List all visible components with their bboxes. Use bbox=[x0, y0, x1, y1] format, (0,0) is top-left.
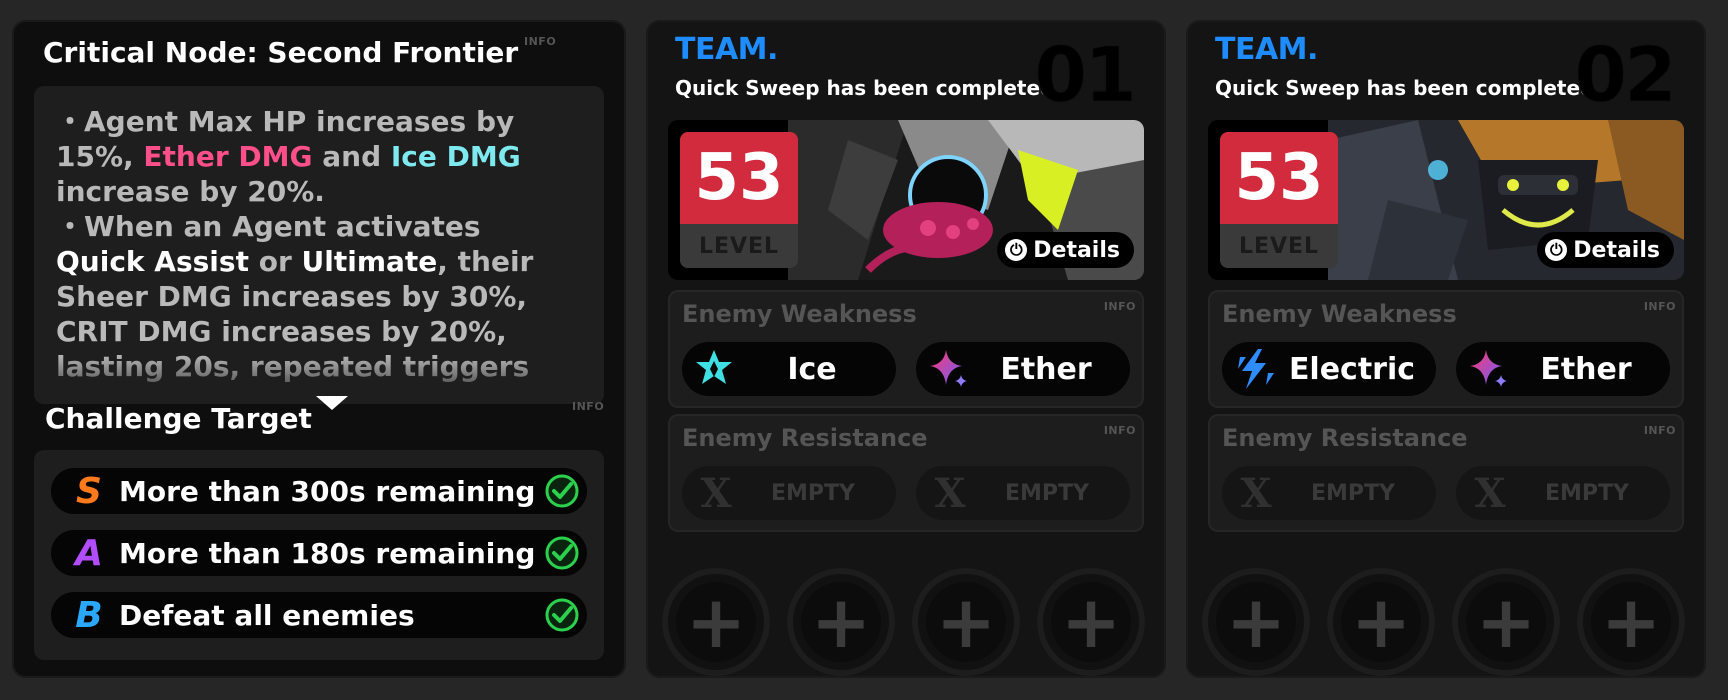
plus-icon: + bbox=[1600, 580, 1662, 664]
check-circle-icon bbox=[545, 474, 579, 508]
node-info-button[interactable]: INFO bbox=[524, 35, 556, 48]
resistance-info-button[interactable]: INFO bbox=[1104, 424, 1136, 437]
node-title: Critical Node: Second Frontier bbox=[43, 36, 519, 69]
level-label: LEVEL bbox=[1220, 224, 1338, 268]
enemy-weakness-section: Enemy Weakness INFO Ice Ether bbox=[668, 290, 1144, 408]
plus-icon: + bbox=[1475, 580, 1537, 664]
plus-icon: + bbox=[685, 580, 747, 664]
target-label: More than 180s remaining bbox=[119, 536, 536, 570]
power-icon: ⏻ bbox=[1545, 239, 1568, 261]
challenge-title: Challenge Target bbox=[45, 402, 312, 435]
resistance-empty: X EMPTY bbox=[916, 466, 1130, 520]
plus-icon: + bbox=[1225, 580, 1287, 664]
empty-x-icon: X bbox=[1474, 469, 1506, 517]
ether-element-icon bbox=[1470, 350, 1507, 387]
plus-icon: + bbox=[810, 580, 872, 664]
agent-slot-3[interactable]: + bbox=[1452, 568, 1560, 676]
ether-element-icon bbox=[930, 350, 967, 387]
plus-icon: + bbox=[935, 580, 997, 664]
rank-a-icon: A bbox=[75, 532, 103, 574]
power-icon: ⏻ bbox=[1005, 239, 1028, 261]
enemy-resistance-title: Enemy Resistance bbox=[682, 424, 928, 452]
challenge-target-list: S More than 300s remaining A More than 1… bbox=[34, 450, 604, 660]
details-button[interactable]: ⏻ Details bbox=[997, 232, 1134, 268]
team-status: Quick Sweep has been completed bbox=[675, 76, 1055, 100]
resistance-empty: X EMPTY bbox=[1456, 466, 1670, 520]
ice-dmg-highlight: Ice DMG bbox=[390, 140, 521, 173]
challenge-target-a: A More than 180s remaining bbox=[51, 530, 587, 576]
challenge-info-button[interactable]: INFO bbox=[572, 400, 604, 413]
enemy-weakness-title: Enemy Weakness bbox=[682, 300, 917, 328]
enemy-level-badge: 53 LEVEL bbox=[1220, 132, 1338, 268]
details-button[interactable]: ⏻ Details bbox=[1537, 232, 1674, 268]
agent-slot-4[interactable]: + bbox=[1577, 568, 1685, 676]
team-name: TEAM. bbox=[675, 32, 778, 67]
check-circle-icon bbox=[545, 536, 579, 570]
check-circle-icon bbox=[545, 598, 579, 632]
level-label: LEVEL bbox=[680, 224, 798, 268]
enemy-resistance-section: Enemy Resistance INFO X EMPTY X EMPTY bbox=[668, 414, 1144, 532]
plus-icon: + bbox=[1060, 580, 1122, 664]
weakness-info-button[interactable]: INFO bbox=[1644, 300, 1676, 313]
agent-slot-4[interactable]: + bbox=[1037, 568, 1145, 676]
enemy-resistance-title: Enemy Resistance bbox=[1222, 424, 1468, 452]
agent-slot-2[interactable]: + bbox=[1327, 568, 1435, 676]
weakness-ether[interactable]: Ether bbox=[916, 342, 1130, 396]
challenge-target-s: S More than 300s remaining bbox=[51, 468, 587, 514]
enemy-weakness-title: Enemy Weakness bbox=[1222, 300, 1457, 328]
empty-x-icon: X bbox=[1240, 469, 1272, 517]
target-label: Defeat all enemies bbox=[119, 598, 415, 632]
enemy-level-badge: 53 LEVEL bbox=[680, 132, 798, 268]
node-description: ・Agent Max HP increases by 15%, Ether DM… bbox=[56, 104, 574, 384]
resistance-info-button[interactable]: INFO bbox=[1644, 424, 1676, 437]
plus-icon: + bbox=[1350, 580, 1412, 664]
enemy-resistance-section: Enemy Resistance INFO X EMPTY X EMPTY bbox=[1208, 414, 1684, 532]
team-status: Quick Sweep has been completed bbox=[1215, 76, 1595, 100]
node-panel: Critical Node: Second Frontier INFO ・Age… bbox=[12, 20, 626, 678]
agent-slot-1[interactable]: + bbox=[1202, 568, 1310, 676]
team-panel-2: TEAM. Quick Sweep has been completed 02 … bbox=[1186, 20, 1706, 678]
team-number: 01 bbox=[1034, 30, 1138, 120]
rank-s-icon: S bbox=[76, 470, 102, 512]
agent-slot-3[interactable]: + bbox=[912, 568, 1020, 676]
target-label: More than 300s remaining bbox=[119, 474, 536, 508]
weakness-info-button[interactable]: INFO bbox=[1104, 300, 1136, 313]
electric-element-icon bbox=[1238, 349, 1274, 389]
ultimate-highlight: Ultimate bbox=[301, 245, 438, 278]
challenge-target-b: B Defeat all enemies bbox=[51, 592, 587, 638]
agent-slot-2[interactable]: + bbox=[787, 568, 895, 676]
empty-x-icon: X bbox=[934, 469, 966, 517]
resistance-empty: X EMPTY bbox=[1222, 466, 1436, 520]
ice-element-icon bbox=[696, 350, 732, 384]
weakness-ether[interactable]: Ether bbox=[1456, 342, 1670, 396]
enemy-card[interactable]: 53 LEVEL ⏻ Details bbox=[668, 120, 1144, 280]
weakness-electric[interactable]: Electric bbox=[1222, 342, 1436, 396]
quick-assist-highlight: Quick Assist bbox=[56, 245, 249, 278]
weakness-ice[interactable]: Ice bbox=[682, 342, 896, 396]
team-number: 02 bbox=[1574, 30, 1678, 120]
description-bullet-1: ・Agent Max HP increases by 15%, Ether DM… bbox=[56, 105, 521, 208]
node-description-box[interactable]: ・Agent Max HP increases by 15%, Ether DM… bbox=[34, 86, 604, 404]
enemy-weakness-section: Enemy Weakness INFO Electric Ether bbox=[1208, 290, 1684, 408]
team-panel-1: TEAM. Quick Sweep has been completed 01 … bbox=[646, 20, 1166, 678]
team-name: TEAM. bbox=[1215, 32, 1318, 67]
enemy-level: 53 bbox=[680, 132, 798, 224]
ether-dmg-highlight: Ether DMG bbox=[143, 140, 313, 173]
expand-chevron-icon[interactable] bbox=[316, 396, 348, 410]
agent-slot-1[interactable]: + bbox=[662, 568, 770, 676]
resistance-empty: X EMPTY bbox=[682, 466, 896, 520]
rank-b-icon: B bbox=[75, 594, 103, 636]
empty-x-icon: X bbox=[700, 469, 732, 517]
enemy-card[interactable]: 53 LEVEL ⏻ Details bbox=[1208, 120, 1684, 280]
enemy-level: 53 bbox=[1220, 132, 1338, 224]
